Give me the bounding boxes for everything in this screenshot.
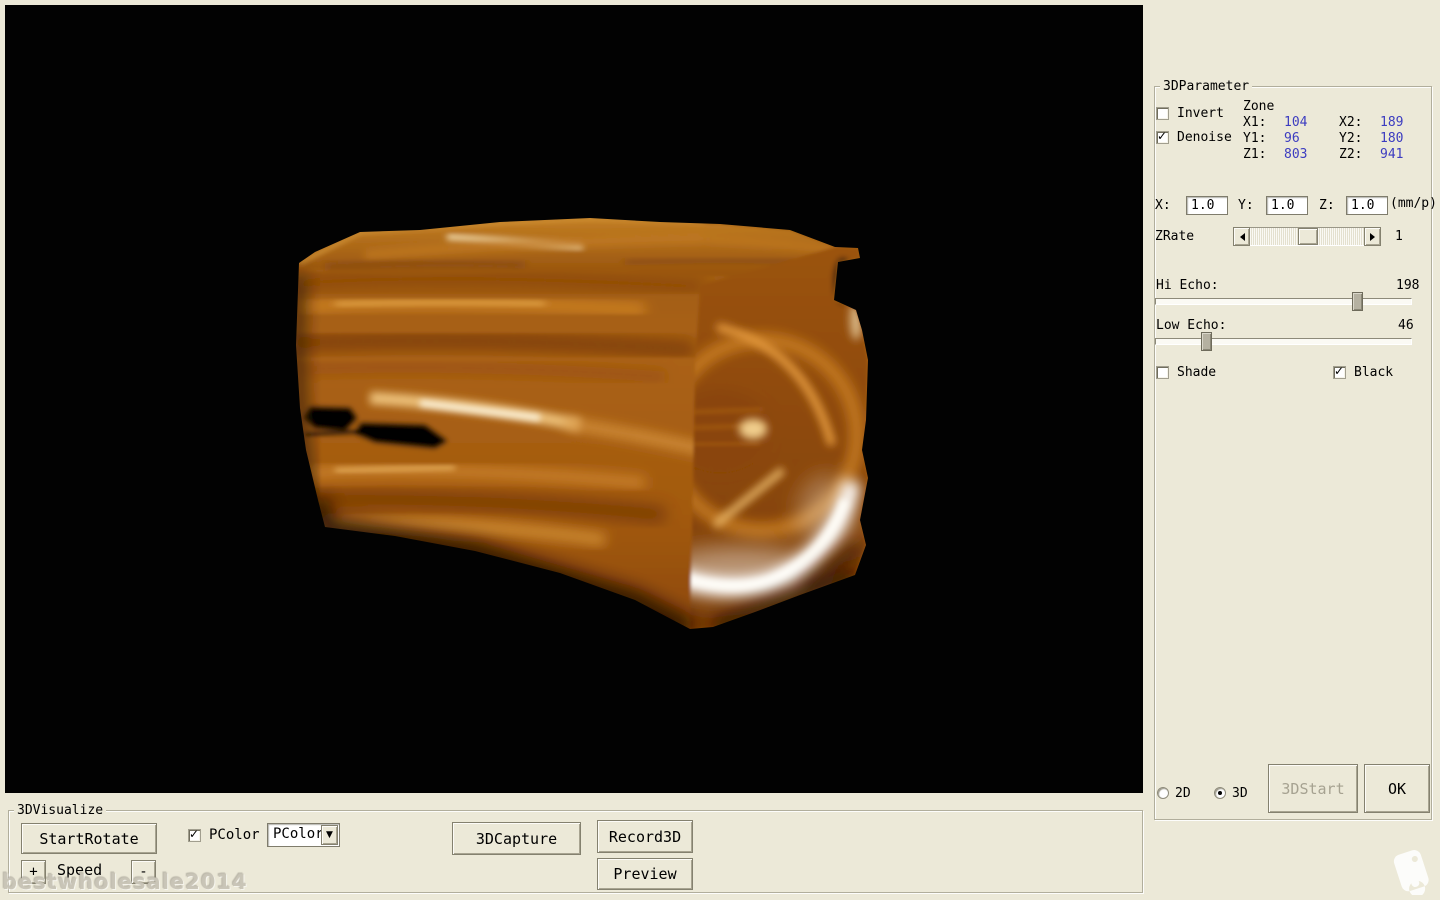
pcolor-select[interactable]: PColor ▼: [267, 823, 340, 847]
zone-z1-label: Z1:: [1243, 148, 1266, 162]
pcolor-select-value: PColor: [273, 826, 324, 842]
zone-z2-value: 941: [1380, 148, 1403, 162]
ok-button[interactable]: OK: [1364, 764, 1430, 813]
shade-label: Shade: [1177, 366, 1216, 380]
zone-x2-value: 189: [1380, 116, 1403, 130]
pcolor-checkbox[interactable]: ✓: [188, 829, 201, 842]
low-echo-slider-thumb[interactable]: [1201, 332, 1212, 351]
scale-x-input[interactable]: [1186, 196, 1228, 215]
capture-3d-button[interactable]: 3DCapture: [452, 822, 581, 855]
denoise-label: Denoise: [1177, 131, 1232, 145]
denoise-checkbox[interactable]: ✓: [1156, 131, 1169, 144]
mode-2d-radio[interactable]: [1157, 787, 1169, 799]
zrate-scrollbar-thumb[interactable]: [1298, 228, 1318, 245]
left-arrow-icon: [1236, 233, 1245, 241]
zone-z2-label: Z2:: [1339, 148, 1362, 162]
check-icon: ✓: [1334, 364, 1344, 378]
zone-x2-label: X2:: [1339, 116, 1362, 130]
scale-y-input[interactable]: [1266, 196, 1308, 215]
low-echo-slider-track[interactable]: [1155, 338, 1412, 345]
start3d-button[interactable]: 3DStart: [1268, 764, 1358, 813]
mode-2d-label: 2D: [1175, 787, 1191, 801]
zone-y1-label: Y1:: [1243, 132, 1266, 146]
volume-render-3d[interactable]: [5, 5, 1143, 793]
invert-checkbox[interactable]: [1156, 107, 1169, 120]
preview-button[interactable]: Preview: [597, 858, 693, 890]
hi-echo-label: Hi Echo:: [1156, 279, 1219, 293]
pcolor-checkbox-label: PColor: [209, 828, 260, 842]
scale-z-input[interactable]: [1346, 196, 1388, 215]
hi-echo-value: 198: [1396, 279, 1419, 293]
viewport-3d[interactable]: [5, 5, 1143, 793]
hi-echo-slider-thumb[interactable]: [1352, 292, 1363, 311]
zone-y2-label: Y2:: [1339, 132, 1362, 146]
parameter-group-title: 3DParameter: [1160, 79, 1252, 94]
scale-z-label: Z:: [1319, 199, 1335, 213]
watermark-logo-icon: [1385, 845, 1435, 895]
shade-checkbox[interactable]: [1156, 366, 1169, 379]
start-rotate-button[interactable]: StartRotate: [21, 823, 157, 854]
visualize-group-title: 3DVisualize: [14, 803, 106, 818]
zone-x1-value: 104: [1284, 116, 1307, 130]
zrate-left-arrow-button[interactable]: [1233, 227, 1250, 246]
zone-label: Zone: [1243, 100, 1274, 114]
app-window: 3DParameter Invert ✓ Denoise Zone X1: 10…: [0, 0, 1440, 900]
right-arrow-icon: [1370, 233, 1379, 241]
scale-y-label: Y:: [1238, 199, 1254, 213]
scale-x-label: X:: [1155, 199, 1171, 213]
zone-y2-value: 180: [1380, 132, 1403, 146]
watermark-text: bestwholesale2014: [2, 870, 248, 894]
black-checkbox[interactable]: ✓: [1333, 366, 1346, 379]
dropdown-arrow-icon[interactable]: ▼: [321, 825, 338, 845]
hi-echo-slider-track[interactable]: [1155, 298, 1412, 305]
zone-y1-value: 96: [1284, 132, 1300, 146]
mode-3d-radio[interactable]: [1214, 787, 1226, 799]
zrate-value: 1: [1395, 230, 1403, 244]
mode-3d-label: 3D: [1232, 787, 1248, 801]
low-echo-value: 46: [1398, 319, 1414, 333]
zone-x1-label: X1:: [1243, 116, 1266, 130]
check-icon: ✓: [189, 827, 199, 841]
zrate-right-arrow-button[interactable]: [1364, 227, 1381, 246]
black-label: Black: [1354, 366, 1393, 380]
record-3d-button[interactable]: Record3D: [597, 820, 693, 853]
zrate-label: ZRate: [1155, 230, 1194, 244]
check-icon: ✓: [1157, 129, 1167, 143]
low-echo-label: Low Echo:: [1156, 319, 1226, 333]
invert-label: Invert: [1177, 107, 1224, 121]
zone-z1-value: 803: [1284, 148, 1307, 162]
scale-unit-label: (mm/p): [1390, 197, 1437, 211]
